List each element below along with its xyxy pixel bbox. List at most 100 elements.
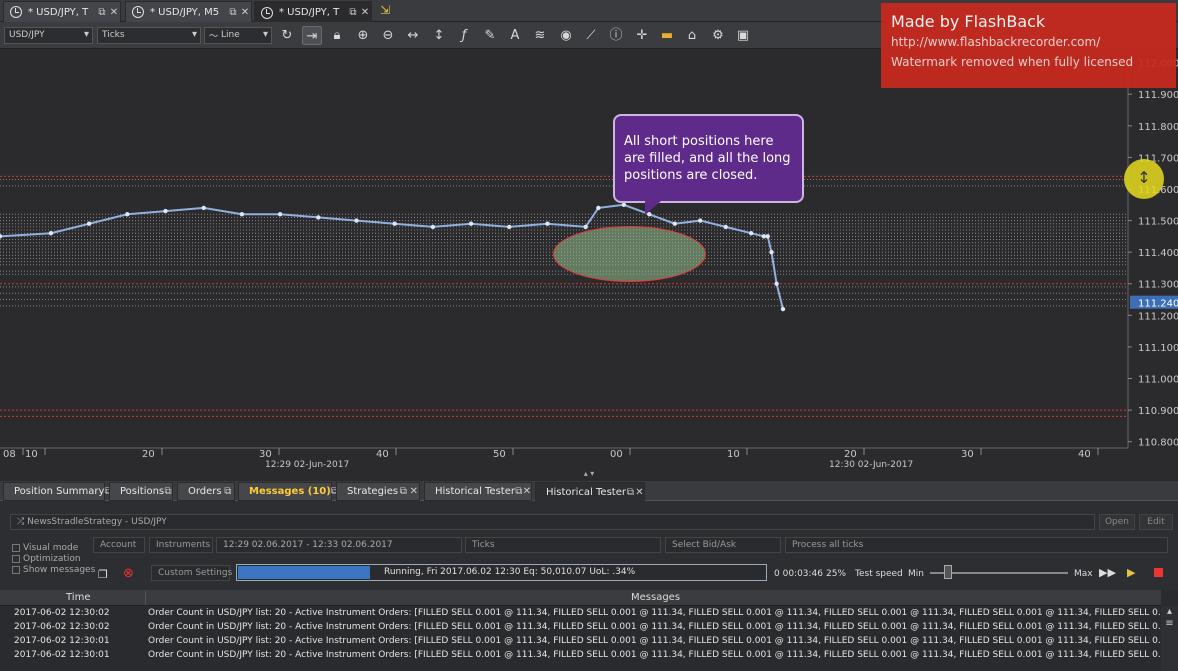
trend-icon[interactable]: ⟋ bbox=[581, 26, 601, 45]
visual-mode-checkbox[interactable]: Visual mode bbox=[12, 543, 78, 553]
scroll-menu-icon[interactable]: ≡ bbox=[1161, 618, 1178, 630]
tab-orders[interactable]: Orders ⧉ bbox=[177, 482, 235, 501]
close-icon[interactable]: ✕ bbox=[239, 7, 251, 18]
crosshair-icon[interactable]: ✛ bbox=[632, 26, 652, 45]
eye-icon[interactable]: ◉ bbox=[556, 26, 576, 45]
checkbox-icon bbox=[12, 554, 20, 563]
message-time: 2017-06-02 12:30:02 bbox=[14, 622, 110, 632]
ruler-icon[interactable]: ▬ bbox=[657, 26, 677, 45]
chart-tab-3[interactable]: * USD/JPY, T ⧉ ✕ bbox=[254, 1, 372, 23]
splitter-handle[interactable]: ▴ ▾ bbox=[0, 469, 1178, 481]
save-icon[interactable]: ▣ bbox=[733, 26, 753, 45]
popout-icon[interactable]: ⧉ bbox=[96, 7, 108, 18]
price-point bbox=[723, 224, 728, 230]
time-column-header[interactable]: Time bbox=[66, 592, 90, 603]
close-icon[interactable]: ✕ bbox=[635, 487, 644, 498]
x-tick-label: 10 bbox=[727, 449, 740, 460]
price-point bbox=[748, 231, 754, 236]
popout-icon[interactable]: ⧉ bbox=[626, 487, 635, 498]
period-select[interactable]: Ticks bbox=[97, 27, 201, 44]
message-row[interactable]: 2017-06-02 12:30:01 Order Count in USD/JP… bbox=[0, 650, 1161, 664]
date-range-field[interactable]: 12:29 02.06.2017 - 12:33 02.06.2017 bbox=[216, 537, 462, 553]
popout-icon[interactable]: ⧉ bbox=[227, 7, 239, 18]
scroll-up-icon[interactable]: ▴ bbox=[1161, 606, 1178, 618]
instrument-select[interactable]: USD/JPY bbox=[4, 27, 93, 44]
edit-button[interactable]: Edit bbox=[1139, 514, 1173, 530]
text-tool-icon[interactable]: A bbox=[505, 26, 525, 45]
strategy-separator: - bbox=[122, 517, 132, 527]
messages-column-header[interactable]: Messages bbox=[631, 592, 680, 603]
message-row[interactable]: 2017-06-02 12:30:02 Order Count in USD/JP… bbox=[0, 608, 1161, 622]
new-chart-icon[interactable]: ⇲ bbox=[380, 3, 390, 17]
progress-bar: Running, Fri 2017.06.02 12:30 Eq: 50,010… bbox=[236, 564, 767, 581]
strategy-field[interactable]: ⤮ NewsStradleStrategy - USD/JPY bbox=[10, 514, 1095, 530]
popout-icon[interactable]: ⧉ bbox=[164, 486, 172, 497]
horizontal-scale-icon[interactable]: ↔ bbox=[403, 26, 423, 45]
instruments-button[interactable]: Instruments bbox=[149, 537, 213, 553]
zoom-in-icon[interactable]: ⊕ bbox=[353, 26, 373, 45]
highlight-ellipse bbox=[553, 226, 706, 282]
tab-position-summary[interactable]: Position Summary⧉ bbox=[3, 482, 112, 501]
y-tick-label: 111.100 bbox=[1138, 343, 1178, 354]
progress-percent: 25% bbox=[826, 569, 847, 579]
messages-scrollbar[interactable]: ▴ ≡ bbox=[1161, 606, 1178, 671]
refresh-icon[interactable]: ↻ bbox=[277, 26, 297, 45]
copy-icon[interactable]: ❐ bbox=[98, 568, 108, 581]
message-row[interactable]: 2017-06-02 12:30:01 Order Count in USD/JP… bbox=[0, 636, 1161, 650]
stop-icon[interactable] bbox=[1154, 568, 1163, 577]
popout-icon[interactable]: ⧉ bbox=[222, 486, 234, 497]
message-row[interactable]: 2017-06-02 12:30:02 Order Count in USD/JP… bbox=[0, 622, 1161, 636]
popout-icon[interactable]: ⧉ bbox=[515, 486, 523, 497]
popout-icon[interactable]: ⧉ bbox=[347, 7, 359, 18]
tab-messages[interactable]: Messages (10) ⧉ bbox=[238, 482, 338, 501]
show-messages-checkbox[interactable]: Show messages bbox=[12, 565, 95, 575]
tab-positions[interactable]: Positions ⧉ bbox=[109, 482, 173, 501]
play-icon[interactable]: ▶ bbox=[1127, 566, 1135, 579]
vertical-scale-icon[interactable]: ↕ bbox=[429, 26, 449, 45]
messages-table: Time Messages 2017-06-02 12:30:02 Order C… bbox=[0, 590, 1178, 671]
message-time: 2017-06-02 12:30:01 bbox=[14, 650, 110, 660]
chart-tab-1[interactable]: * USD/JPY, T ⧉ ✕ bbox=[3, 1, 121, 22]
close-icon[interactable]: ✕ bbox=[409, 486, 419, 497]
layers-icon[interactable]: ≋ bbox=[530, 26, 550, 45]
indicators-icon[interactable]: ƒ bbox=[454, 26, 474, 45]
custom-settings-button[interactable]: Custom Settings bbox=[151, 565, 232, 581]
progress-fill bbox=[238, 566, 371, 579]
close-icon[interactable]: ✕ bbox=[359, 7, 371, 18]
data-type-select[interactable]: Ticks bbox=[465, 537, 661, 553]
price-point bbox=[239, 212, 245, 217]
account-button[interactable]: Account bbox=[93, 537, 145, 553]
open-button[interactable]: Open bbox=[1099, 514, 1135, 530]
progress-text: Running, Fri 2017.06.02 12:30 Eq: 50,010… bbox=[384, 567, 636, 577]
process-select[interactable]: Process all ticks bbox=[785, 537, 1168, 553]
historical-tester-panel: ⤮ NewsStradleStrategy - USD/JPY Open Edi… bbox=[0, 501, 1178, 604]
pencil-icon[interactable]: ✎ bbox=[480, 26, 500, 45]
info-icon[interactable]: ⓘ bbox=[606, 26, 626, 45]
tag-icon[interactable]: ⌂ bbox=[682, 26, 702, 45]
speed-slider-handle[interactable] bbox=[944, 565, 952, 579]
chart-shift-icon[interactable]: ⇥ bbox=[302, 26, 322, 45]
optimization-checkbox[interactable]: Optimization bbox=[12, 554, 81, 564]
settings-icon[interactable]: ⚙ bbox=[708, 26, 728, 45]
popout-icon[interactable]: ⧉ bbox=[398, 486, 408, 497]
tab-label: Positions bbox=[120, 486, 165, 497]
close-icon[interactable]: ✕ bbox=[108, 7, 120, 18]
chart-tab-2[interactable]: * USD/JPY, M5 ⧉ ✕ bbox=[125, 1, 252, 22]
tab-label: Strategies bbox=[347, 486, 399, 497]
y-tick-label: 110.800 bbox=[1138, 438, 1178, 449]
bid-ask-select[interactable]: Select Bid/Ask bbox=[665, 537, 781, 553]
fast-forward-icon[interactable]: ▶▶ bbox=[1099, 566, 1116, 579]
price-point bbox=[430, 224, 436, 230]
price-chart[interactable]: 112.000111.900111.800111.700111.600111.5… bbox=[0, 3, 1178, 470]
chart-tab-label: * USD/JPY, T bbox=[28, 6, 89, 18]
tab-label: Historical Tester bbox=[435, 486, 515, 497]
price-point bbox=[780, 306, 786, 312]
tab-strategies[interactable]: Strategies ⧉ ✕ bbox=[336, 482, 420, 501]
lock-icon[interactable]: 🔒︎ bbox=[327, 26, 347, 45]
clear-icon[interactable]: ⊗ bbox=[123, 566, 134, 581]
chart-type-select[interactable]: 〜 Line bbox=[204, 27, 272, 44]
zoom-out-icon[interactable]: ⊖ bbox=[378, 26, 398, 45]
tab-historical-tester[interactable]: Historical Tester ⧉ ✕ bbox=[424, 482, 532, 501]
close-icon[interactable]: ✕ bbox=[523, 486, 531, 497]
tab-historical-tester-active[interactable]: Historical Tester ⧉ ✕ bbox=[535, 482, 645, 502]
